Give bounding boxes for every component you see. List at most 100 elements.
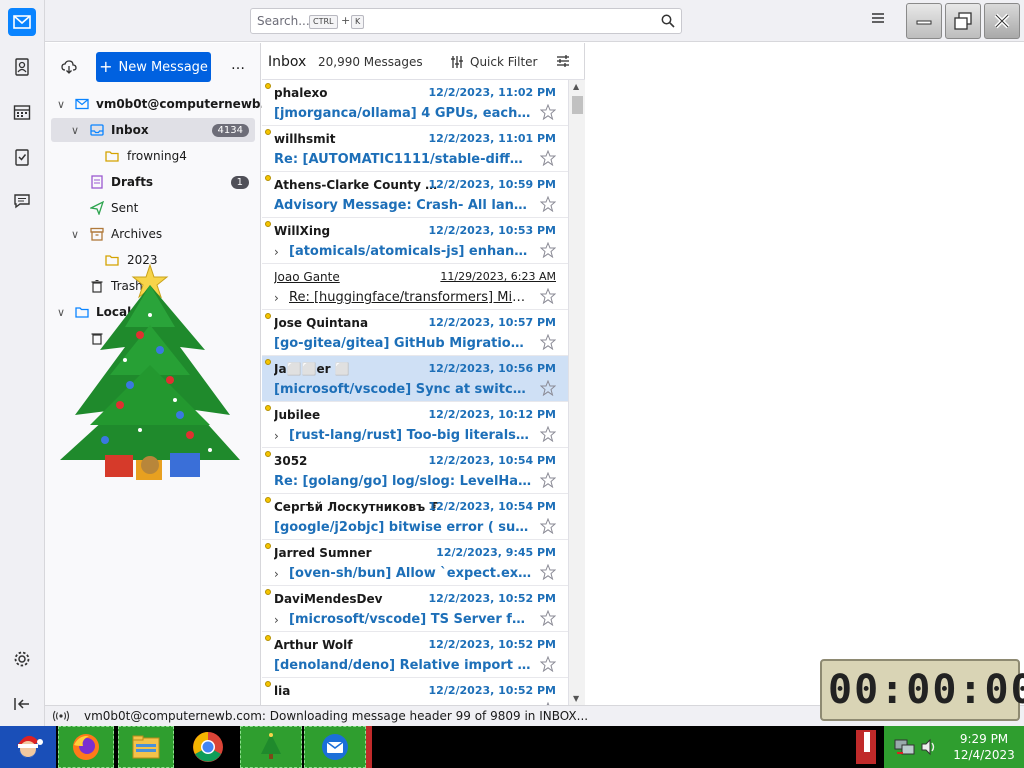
message-row[interactable]: Joao Gante 11/29/2023, 6:23 AM › Re: [huggi… [262, 264, 568, 310]
folder-local-trash[interactable] [51, 326, 255, 350]
chevron-down-icon[interactable]: ∨ [57, 98, 65, 111]
message-row[interactable]: WillXing 12/2/2023, 10:53 PM › [atomicals/a… [262, 218, 568, 264]
star-icon[interactable] [540, 610, 556, 626]
chevron-down-icon[interactable]: ∨ [71, 124, 79, 137]
tasks-button[interactable] [8, 143, 36, 171]
folder-drafts[interactable]: Drafts 1 [51, 170, 255, 194]
status-text: vm0b0t@computernewb.com: Downloading mes… [84, 709, 589, 723]
scroll-down-icon[interactable]: ▼ [573, 694, 579, 703]
unread-dot-icon[interactable] [265, 497, 271, 503]
message-row[interactable]: Jose Quintana 12/2/2023, 10:57 PM [go-gite… [262, 310, 568, 356]
taskbar-file-explorer[interactable] [118, 726, 174, 768]
unread-dot-icon[interactable] [265, 405, 271, 411]
chat-button[interactable] [8, 187, 36, 215]
star-icon[interactable] [540, 426, 556, 442]
unread-dot-icon[interactable] [265, 83, 271, 89]
clock-widget: 00:00:00 [820, 659, 1024, 721]
unread-dot-icon[interactable] [265, 129, 271, 135]
taskbar-xmas-tree[interactable] [240, 726, 302, 768]
unread-dot-icon[interactable] [265, 221, 271, 227]
message-row[interactable]: Сергѣй Лоскутниковъ ₮ 12/2/2023, 10:54 PM… [262, 494, 568, 540]
unread-dot-icon[interactable] [265, 635, 271, 641]
star-icon[interactable] [540, 288, 556, 304]
star-icon[interactable] [540, 380, 556, 396]
get-messages-icon[interactable] [61, 59, 77, 75]
star-icon[interactable] [540, 518, 556, 534]
close-button[interactable] [984, 3, 1020, 39]
taskbar-thunderbird[interactable] [304, 726, 366, 768]
message-row[interactable]: Jubilee 12/2/2023, 10:12 PM › [rust-lang/ru… [262, 402, 568, 448]
settings-button[interactable] [8, 645, 36, 673]
folder-archives[interactable]: ∨ Archives [51, 222, 255, 246]
thread-chevron-icon[interactable]: › [274, 245, 279, 259]
tray-indicator[interactable] [856, 730, 876, 764]
message-row[interactable]: DaviMendesDev 12/2/2023, 10:52 PM › [micros… [262, 586, 568, 632]
mail-space-button[interactable] [8, 8, 36, 36]
message-row[interactable]: Athens-Clarke County Police...12/2/2023,… [262, 172, 568, 218]
filter-icon [451, 56, 463, 68]
unread-dot-icon[interactable] [265, 313, 271, 319]
scroll-up-icon[interactable]: ▲ [573, 82, 579, 91]
minimize-icon [916, 20, 932, 25]
message-row[interactable]: willhsmit 12/2/2023, 11:01 PM Re: [AUTOMAT… [262, 126, 568, 172]
message-row[interactable]: Arthur Wolf 12/2/2023, 10:52 PM [denoland/… [262, 632, 568, 678]
folder-title: Inbox [268, 54, 307, 70]
star-icon[interactable] [540, 150, 556, 166]
calendar-button[interactable] [8, 98, 36, 126]
thread-chevron-icon[interactable]: › [274, 291, 279, 305]
folder-inbox[interactable]: ∨ Inbox 4134 [51, 118, 255, 142]
star-icon[interactable] [540, 196, 556, 212]
thread-chevron-icon[interactable]: › [274, 429, 279, 443]
start-button[interactable] [0, 726, 56, 768]
trash-icon [91, 333, 103, 345]
star-icon[interactable] [540, 564, 556, 580]
star-icon[interactable] [540, 242, 556, 258]
tasks-icon [15, 149, 29, 166]
gear-icon [14, 651, 30, 667]
address-book-icon [15, 58, 29, 76]
folder-archive-2023[interactable]: 2023 [51, 248, 255, 272]
message-row[interactable]: phalexo 12/2/2023, 11:02 PM [jmorganca/oll… [262, 80, 568, 126]
scrollbar-thumb[interactable] [572, 96, 583, 114]
collapse-spaces-button[interactable] [8, 690, 36, 718]
folder-sent[interactable]: Sent [51, 196, 255, 220]
unread-dot-icon[interactable] [265, 359, 271, 365]
message-subject: Re: [huggingface/transformers] Min P st.… [289, 290, 532, 305]
message-row[interactable]: Jarred Sumner 12/2/2023, 9:45 PM › [oven-sh… [262, 540, 568, 586]
taskbar-chrome[interactable] [178, 726, 238, 768]
message-row[interactable]: Ja⬜⬜er ⬜ 12/2/2023, 10:56 PM [microsoft/vs… [262, 356, 568, 402]
account-row[interactable]: ∨ vm0b0t@computernewb... [51, 92, 274, 116]
star-icon[interactable] [540, 334, 556, 350]
folder-trash[interactable]: Trash [51, 274, 255, 298]
volume-icon[interactable] [920, 738, 938, 756]
star-icon[interactable] [540, 656, 556, 672]
unread-dot-icon[interactable] [265, 175, 271, 181]
message-sender: Ja⬜⬜er ⬜ [274, 362, 350, 376]
message-date: 12/2/2023, 11:02 PM [428, 86, 556, 99]
taskbar-firefox[interactable] [58, 726, 114, 768]
thread-chevron-icon[interactable]: › [274, 613, 279, 627]
chevron-down-icon[interactable]: ∨ [71, 228, 79, 241]
minimize-button[interactable] [906, 3, 942, 39]
quick-filter-button[interactable]: Quick Filter [470, 55, 537, 69]
folder-pane-menu-button[interactable]: … [231, 57, 245, 73]
unread-dot-icon[interactable] [265, 681, 271, 687]
folder-frowning4[interactable]: frowning4 [51, 144, 255, 168]
search-input[interactable]: Search... CTRL + K [250, 8, 682, 34]
chevron-down-icon[interactable]: ∨ [57, 306, 65, 319]
local-folders-row[interactable]: ∨ Local [51, 300, 255, 324]
app-menu-button[interactable] [871, 11, 891, 31]
address-book-button[interactable] [8, 53, 36, 81]
message-row[interactable]: 3052 12/2/2023, 10:54 PM Re: [golang/go] l… [262, 448, 568, 494]
list-options-icon[interactable] [556, 54, 570, 68]
restore-button[interactable] [945, 3, 981, 39]
unread-dot-icon[interactable] [265, 589, 271, 595]
new-message-button[interactable]: + New Message [96, 52, 211, 82]
network-icon[interactable] [894, 738, 916, 756]
unread-dot-icon[interactable] [265, 451, 271, 457]
message-list-scrollbar[interactable]: ▲ ▼ [568, 80, 585, 705]
star-icon[interactable] [540, 104, 556, 120]
unread-dot-icon[interactable] [265, 543, 271, 549]
star-icon[interactable] [540, 472, 556, 488]
thread-chevron-icon[interactable]: › [274, 567, 279, 581]
